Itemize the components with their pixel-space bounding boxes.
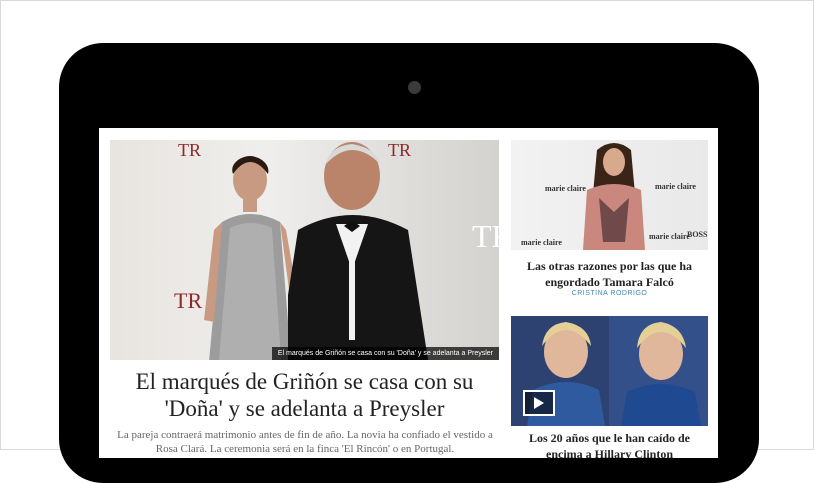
play-icon[interactable] [523,390,555,416]
main-story-photo[interactable]: TR TR TR TR El marqués de Gr [110,140,499,360]
teatro-real-logo: TR [174,288,203,313]
side-story-headline[interactable]: Las otras razones por las que ha engorda… [511,258,708,290]
side-story-photo[interactable]: marie claire marie claire marie claire m… [511,140,708,250]
camera-icon [408,81,421,94]
main-story-summary: La pareja contraerá matrimonio antes de … [117,429,493,455]
author-name[interactable]: CRISTINA RODRIGO [511,290,708,297]
side-story-video-thumbnail[interactable] [511,316,708,426]
man-figure [288,142,428,360]
brand-watermark: marie claire [655,182,696,191]
teatro-real-logo: TR [178,140,202,160]
brand-watermark: marie claire [649,232,690,241]
brand-watermark: marie claire [521,238,562,247]
side-story-headline[interactable]: Los 20 años que le han caído de encima a… [511,430,708,458]
tablet-screen: TR TR TR TR El marqués de Gr [99,128,718,458]
page-frame: TR TR TR TR El marqués de Gr [0,0,814,483]
teatro-real-logo: TR [472,218,499,254]
woman-figure [583,143,645,250]
main-story-headline[interactable]: El marqués de Griñón se casa con su 'Doñ… [110,368,499,422]
photo-caption: El marqués de Griñón se casa con su 'Doñ… [271,347,499,360]
brand-watermark: BOSS [687,230,708,239]
